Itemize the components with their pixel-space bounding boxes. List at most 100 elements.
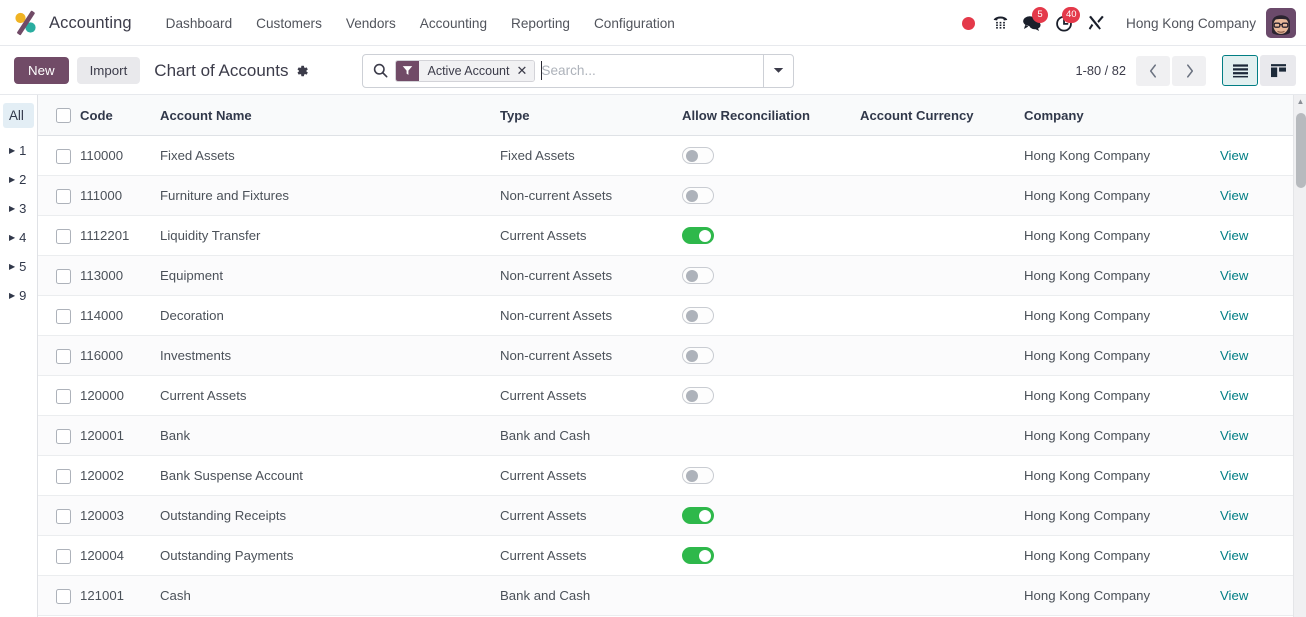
menu-item-dashboard[interactable]: Dashboard — [154, 10, 245, 37]
new-button[interactable]: New — [14, 57, 69, 84]
side-panel-item-all[interactable]: All — [3, 103, 34, 128]
vertical-scrollbar[interactable]: ▲ — [1293, 95, 1306, 617]
allow-reconciliation-toggle[interactable] — [682, 187, 714, 205]
view-link[interactable]: View — [1220, 588, 1248, 603]
allow-reconciliation-toggle[interactable] — [682, 387, 714, 405]
menu-item-configuration[interactable]: Configuration — [582, 10, 687, 37]
company-switcher[interactable]: Hong Kong Company — [1112, 16, 1266, 31]
side-panel-group-9[interactable]: ▶ 9 — [3, 283, 34, 308]
row-checkbox[interactable] — [56, 228, 71, 244]
cell-code: 120000 — [80, 375, 160, 417]
row-checkbox[interactable] — [56, 348, 71, 364]
messages-icon[interactable]: 5 — [1016, 6, 1049, 40]
table-row[interactable]: 120001 Bank Bank and Cash Hong Kong Company… — [38, 415, 1306, 457]
view-link[interactable]: View — [1220, 228, 1248, 243]
chevron-right-icon: ▶ — [9, 232, 16, 242]
activities-icon[interactable]: 40 — [1048, 6, 1081, 40]
allow-reconciliation-toggle[interactable] — [682, 307, 714, 325]
search-facet-active-account[interactable]: Active Account ✕ — [395, 59, 536, 82]
view-link[interactable]: View — [1220, 348, 1248, 363]
side-panel-group-4[interactable]: ▶ 4 — [3, 225, 34, 250]
view-link[interactable]: View — [1220, 308, 1248, 323]
row-checkbox[interactable] — [56, 428, 71, 444]
app-brand[interactable]: Accounting — [12, 10, 132, 36]
select-all-checkbox[interactable] — [56, 108, 71, 124]
phone-dialpad-icon[interactable] — [984, 6, 1016, 40]
avatar[interactable] — [1266, 8, 1296, 38]
row-select-cell — [38, 255, 80, 297]
allow-reconciliation-toggle[interactable] — [682, 147, 714, 165]
chevron-right-icon: ▶ — [9, 145, 16, 155]
column-header-account-currency[interactable]: Account Currency — [860, 95, 1024, 137]
table-row[interactable]: 1112201 Liquidity Transfer Current Assets H… — [38, 215, 1306, 257]
view-link[interactable]: View — [1220, 508, 1248, 523]
table-row[interactable]: 113000 Equipment Non-current Assets Hong Ko… — [38, 255, 1306, 297]
chevron-right-icon: ▶ — [9, 174, 16, 184]
row-checkbox[interactable] — [56, 388, 71, 404]
cell-code: 113000 — [80, 255, 160, 297]
pager-previous-button[interactable] — [1136, 55, 1170, 86]
row-checkbox[interactable] — [56, 188, 71, 204]
table-row[interactable]: 111000 Furniture and Fixtures Non-current … — [38, 175, 1306, 217]
scroll-up-arrow-icon[interactable]: ▲ — [1294, 97, 1306, 106]
row-checkbox[interactable] — [56, 148, 71, 164]
table-row[interactable]: 120003 Outstanding Receipts Current Assets… — [38, 495, 1306, 537]
select-all-header — [38, 95, 80, 137]
allow-reconciliation-toggle[interactable] — [682, 227, 714, 245]
table-row[interactable]: 120002 Bank Suspense Account Current Asset… — [38, 455, 1306, 497]
view-link[interactable]: View — [1220, 468, 1248, 483]
menu-item-customers[interactable]: Customers — [244, 10, 334, 37]
row-checkbox[interactable] — [56, 268, 71, 284]
menu-item-reporting[interactable]: Reporting — [499, 10, 582, 37]
table-row[interactable]: 120000 Current Assets Current Assets Hong K… — [38, 375, 1306, 417]
allow-reconciliation-toggle[interactable] — [682, 347, 714, 365]
view-link[interactable]: View — [1220, 428, 1248, 443]
row-checkbox[interactable] — [56, 468, 71, 484]
search-input[interactable] — [541, 54, 764, 87]
column-header-allow-reconciliation[interactable]: Allow Reconciliation — [682, 95, 860, 137]
scrollbar-thumb[interactable] — [1295, 113, 1306, 188]
row-checkbox[interactable] — [56, 508, 71, 524]
table-row[interactable]: 110000 Fixed Assets Fixed Assets Hong Kong … — [38, 135, 1306, 177]
list-view-button[interactable] — [1222, 55, 1258, 86]
search-dropdown-toggle-icon[interactable] — [763, 54, 793, 87]
side-panel-group-2[interactable]: ▶ 2 — [3, 167, 34, 192]
table-row[interactable]: 114000 Decoration Non-current Assets Hong K… — [38, 295, 1306, 337]
menu-item-accounting[interactable]: Accounting — [408, 10, 499, 37]
side-panel-group-3[interactable]: ▶ 3 — [3, 196, 34, 221]
brand-label: Accounting — [49, 13, 132, 32]
allow-reconciliation-toggle[interactable] — [682, 547, 714, 565]
column-header-company[interactable]: Company — [1024, 95, 1220, 137]
side-panel-group-label: 5 — [19, 259, 27, 274]
pager-next-button[interactable] — [1172, 55, 1206, 86]
import-button[interactable]: Import — [76, 57, 141, 84]
side-panel-group-label: 9 — [19, 288, 27, 303]
cell-allow-reconciliation — [682, 335, 860, 377]
column-header-account-name[interactable]: Account Name — [160, 95, 500, 137]
record-dot-icon[interactable] — [952, 6, 984, 40]
gear-icon[interactable] — [295, 64, 309, 78]
view-link[interactable]: View — [1220, 548, 1248, 563]
menu-item-vendors[interactable]: Vendors — [334, 10, 408, 37]
allow-reconciliation-toggle[interactable] — [682, 507, 714, 525]
allow-reconciliation-toggle[interactable] — [682, 467, 714, 485]
column-header-code[interactable]: Code — [80, 95, 160, 137]
allow-reconciliation-toggle[interactable] — [682, 267, 714, 285]
row-checkbox[interactable] — [56, 308, 71, 324]
tools-icon[interactable] — [1080, 6, 1112, 40]
view-link[interactable]: View — [1220, 188, 1248, 203]
column-header-type[interactable]: Type — [500, 95, 682, 137]
search-facet-remove-icon[interactable]: ✕ — [516, 60, 535, 81]
table-row[interactable]: 120004 Outstanding Payments Current Assets… — [38, 535, 1306, 577]
side-panel-group-1[interactable]: ▶ 1 — [3, 138, 34, 163]
view-link[interactable]: View — [1220, 268, 1248, 283]
side-panel-group-5[interactable]: ▶ 5 — [3, 254, 34, 279]
row-checkbox[interactable] — [56, 588, 71, 604]
row-checkbox[interactable] — [56, 548, 71, 564]
kanban-view-button[interactable] — [1260, 55, 1296, 86]
table-row[interactable]: 121001 Cash Bank and Cash Hong Kong Company… — [38, 575, 1306, 617]
view-link[interactable]: View — [1220, 148, 1248, 163]
cell-code: 116000 — [80, 335, 160, 377]
view-link[interactable]: View — [1220, 388, 1248, 403]
table-row[interactable]: 116000 Investments Non-current Assets Hong … — [38, 335, 1306, 377]
